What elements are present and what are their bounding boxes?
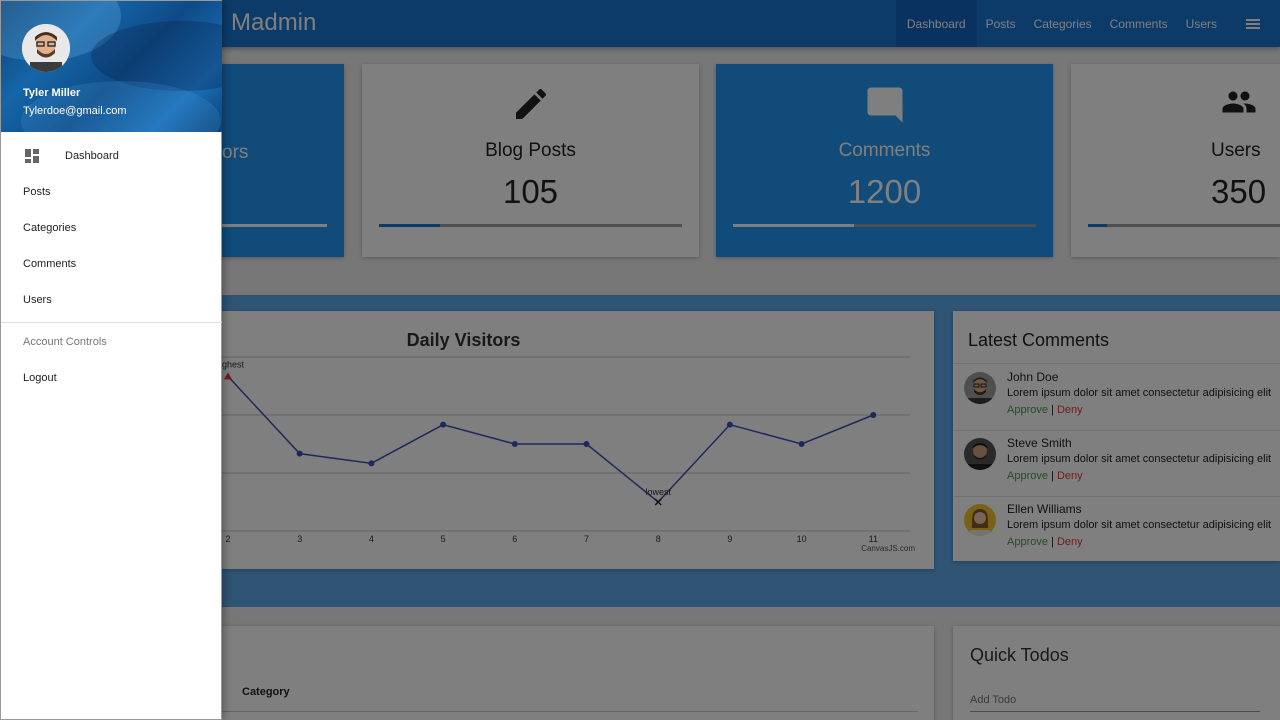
divider xyxy=(1,322,222,323)
drawer-item-label: Logout xyxy=(23,372,57,384)
drawer-item-label: Categories xyxy=(23,222,77,234)
user-avatar[interactable] xyxy=(22,24,70,72)
drawer-item-label: Comments xyxy=(23,258,77,270)
drawer-item-comments[interactable]: Comments xyxy=(1,246,222,282)
dashboard-icon xyxy=(25,149,39,166)
drawer-header: Tyler Miller Tylerdoe@gmail.com xyxy=(1,1,222,132)
drawer-item-users[interactable]: Users xyxy=(1,282,222,318)
side-drawer: Tyler Miller Tylerdoe@gmail.com Dashboar… xyxy=(0,0,222,720)
drawer-item-logout[interactable]: Logout xyxy=(1,360,222,396)
user-email: Tylerdoe@gmail.com xyxy=(23,105,127,117)
drawer-item-label: Posts xyxy=(23,186,51,198)
drawer-item-posts[interactable]: Posts xyxy=(1,174,222,210)
drawer-item-dashboard[interactable]: Dashboard xyxy=(1,138,222,174)
drawer-item-label: Dashboard xyxy=(65,150,119,162)
account-controls-subheader: Account Controls xyxy=(23,336,107,348)
user-name: Tyler Miller xyxy=(23,87,81,99)
drawer-item-label: Users xyxy=(23,294,52,306)
drawer-item-categories[interactable]: Categories xyxy=(1,210,222,246)
